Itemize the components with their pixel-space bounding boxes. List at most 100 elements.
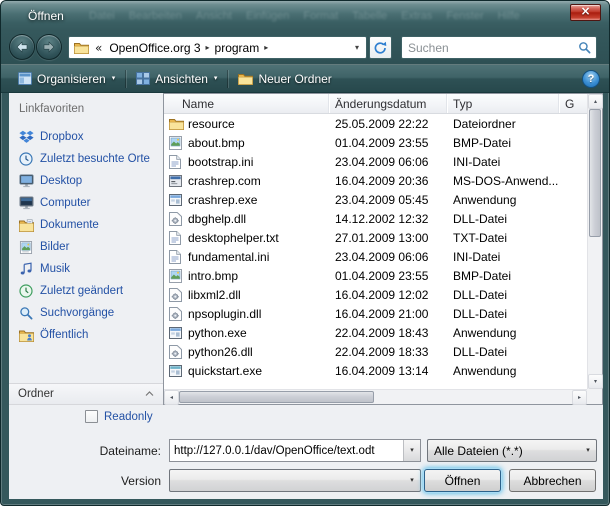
dll-file-icon	[164, 212, 188, 226]
msdos-file-icon	[164, 175, 188, 187]
cancel-button[interactable]: Abbrechen	[509, 469, 596, 492]
toolbar-separator	[227, 70, 228, 88]
organize-button[interactable]: Organisieren ▾	[10, 68, 123, 90]
public-folder-icon	[18, 329, 34, 342]
dll-file-icon	[164, 288, 188, 302]
sidebar-item-documents[interactable]: Dokumente	[9, 214, 163, 236]
favorites-list: Dropbox Zuletzt besuchte Orte Desktop	[9, 126, 163, 346]
views-button[interactable]: Ansichten ▾	[128, 68, 225, 90]
breadcrumb-overflow-button[interactable]: «	[92, 42, 105, 54]
search-icon[interactable]	[572, 41, 596, 54]
scrollbar-corner	[587, 389, 602, 404]
search-input[interactable]	[402, 41, 572, 55]
toolbar-separator	[125, 70, 126, 88]
scroll-left-button[interactable]: ◂	[164, 390, 179, 405]
sidebar-item-recent-places[interactable]: Zuletzt besuchte Orte	[9, 148, 163, 170]
column-header-date[interactable]: Änderungsdatum	[329, 94, 447, 113]
background-menu-text: Datei Bearbeiten Ansicht Einfügen Format…	[89, 10, 520, 22]
file-rows: resource 25.05.2009 22:22 Dateiordner ab…	[164, 114, 587, 389]
scroll-up-button[interactable]: ▴	[588, 94, 603, 109]
column-headers: Name Änderungsdatum Typ G	[164, 94, 587, 114]
refresh-button[interactable]	[369, 36, 392, 59]
filename-combobox[interactable]: ▾	[169, 439, 421, 462]
close-icon: ×	[571, 5, 600, 17]
sidebar-item-computer[interactable]: Computer	[9, 192, 163, 214]
titlebar[interactable]: Datei Bearbeiten Ansicht Einfügen Format…	[1, 1, 609, 31]
version-label: Version	[9, 474, 161, 488]
sidebar-item-desktop[interactable]: Desktop	[9, 170, 163, 192]
close-button[interactable]: ×	[570, 4, 601, 21]
file-row[interactable]: about.bmp 01.04.2009 23:55 BMP-Datei	[164, 133, 587, 152]
breadcrumb-dropdown-button[interactable]: ▾	[350, 44, 364, 52]
sidebar-item-recently-changed[interactable]: Zuletzt geändert	[9, 280, 163, 302]
recent-places-icon	[18, 152, 34, 166]
sidebar-item-dropbox[interactable]: Dropbox	[9, 126, 163, 148]
file-row[interactable]: npsoplugin.dll 16.04.2009 21:00 DLL-Date…	[164, 304, 587, 323]
version-combobox[interactable]: ▾	[169, 469, 421, 492]
breadcrumb[interactable]: « OpenOffice.org 3 ▸ program ▸ ▾	[68, 36, 367, 59]
crumb-separator-icon[interactable]: ▸	[263, 44, 269, 52]
sidebar-item-music[interactable]: Musik	[9, 258, 163, 280]
search-box[interactable]	[401, 36, 597, 59]
back-button[interactable]	[9, 34, 35, 60]
vertical-scrollbar[interactable]: ▴ ▾	[587, 94, 602, 389]
music-icon	[18, 262, 34, 276]
filename-dropdown-button[interactable]: ▾	[403, 440, 420, 461]
refresh-icon	[373, 41, 388, 55]
image-file-icon	[164, 269, 188, 283]
file-row[interactable]: dbghelp.dll 14.12.2002 12:32 DLL-Datei	[164, 209, 587, 228]
scroll-right-button[interactable]: ▸	[572, 390, 587, 405]
file-row[interactable]: resource 25.05.2009 22:22 Dateiordner	[164, 114, 587, 133]
file-row[interactable]: crashrep.exe 23.04.2009 05:45 Anwendung	[164, 190, 587, 209]
breadcrumb-item-program[interactable]: program	[211, 41, 264, 55]
file-row[interactable]: crashrep.com 16.04.2009 20:36 MS-DOS-Anw…	[164, 171, 587, 190]
file-row[interactable]: quickstart.exe 16.04.2009 13:14 Anwendun…	[164, 361, 587, 380]
file-row[interactable]: intro.bmp 01.04.2009 23:55 BMP-Datei	[164, 266, 587, 285]
sidebar-item-public[interactable]: Öffentlich	[9, 324, 163, 346]
documents-icon	[18, 219, 34, 232]
dll-file-icon	[164, 345, 188, 359]
filename-label: Dateiname:	[9, 444, 161, 458]
column-header-type[interactable]: Typ	[447, 94, 559, 113]
computer-icon	[18, 196, 34, 210]
filename-input[interactable]	[170, 445, 403, 457]
dialog-body: Linkfavoriten Dropbox Zuletzt besuchte O…	[9, 93, 603, 499]
forward-button[interactable]	[36, 34, 62, 60]
readonly-checkbox[interactable]	[85, 410, 98, 423]
text-file-icon	[164, 231, 188, 245]
folder-icon	[164, 118, 188, 130]
dll-file-icon	[164, 307, 188, 321]
searches-icon	[18, 306, 34, 320]
filetype-combobox[interactable]: Alle Dateien (*.*) ▾	[427, 439, 597, 462]
file-row[interactable]: python26.dll 22.04.2009 18:33 DLL-Datei	[164, 342, 587, 361]
file-row[interactable]: bootstrap.ini 23.04.2009 06:06 INI-Datei	[164, 152, 587, 171]
file-row[interactable]: fundamental.ini 23.04.2009 06:06 INI-Dat…	[164, 247, 587, 266]
help-icon: ?	[588, 73, 595, 85]
column-header-size[interactable]: G	[559, 94, 587, 113]
readonly-label[interactable]: Readonly	[104, 411, 153, 423]
file-list: Name Änderungsdatum Typ G resource 25.05…	[163, 93, 603, 405]
open-button[interactable]: Öffnen	[424, 469, 501, 492]
new-folder-button[interactable]: Neuer Ordner	[230, 68, 339, 90]
favorites-header: Linkfavoriten	[19, 103, 84, 115]
vertical-scroll-thumb[interactable]	[589, 109, 601, 237]
sidebar-item-pictures[interactable]: Bilder	[9, 236, 163, 258]
chevron-down-icon: ▾	[404, 477, 420, 484]
folders-expander[interactable]: Ordner	[9, 383, 163, 405]
breadcrumb-item-openoffice[interactable]: OpenOffice.org 3	[105, 41, 204, 55]
file-row[interactable]: libxml2.dll 16.04.2009 12:02 DLL-Datei	[164, 285, 587, 304]
pictures-icon	[18, 241, 34, 254]
views-icon	[136, 72, 150, 85]
horizontal-scrollbar[interactable]: ◂ ▸	[164, 389, 587, 404]
version-row: Version ▾ Öffnen Abbrechen	[9, 469, 603, 492]
column-header-name[interactable]: Name	[164, 94, 329, 113]
chevron-up-icon	[145, 391, 154, 397]
sidebar-item-searches[interactable]: Suchvorgänge	[9, 302, 163, 324]
file-row[interactable]: desktophelper.txt 27.01.2009 13:00 TXT-D…	[164, 228, 587, 247]
horizontal-scroll-thumb[interactable]	[179, 391, 374, 403]
open-dialog-window: Datei Bearbeiten Ansicht Einfügen Format…	[0, 0, 610, 506]
file-row[interactable]: python.exe 22.04.2009 18:43 Anwendung	[164, 323, 587, 342]
application-icon	[164, 194, 188, 206]
help-button[interactable]: ?	[582, 70, 600, 88]
scroll-down-button[interactable]: ▾	[588, 374, 603, 389]
